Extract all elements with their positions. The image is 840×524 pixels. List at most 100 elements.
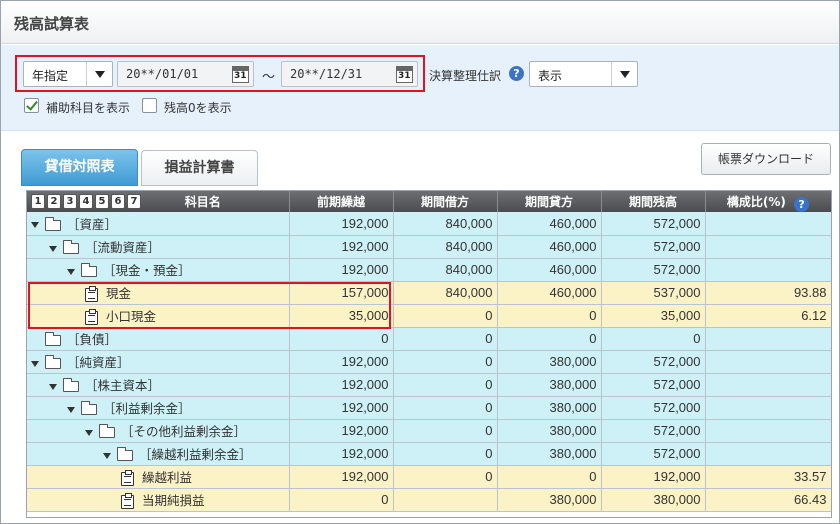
- table-row[interactable]: ［資産］ 192,000 840,000 460,000 572,000: [27, 212, 831, 236]
- table-row[interactable]: ［流動資産］ 192,000 840,000 460,000 572,000: [27, 235, 831, 259]
- level-button-4[interactable]: 4: [79, 194, 93, 209]
- balance-cell: 572,000: [601, 442, 706, 466]
- account-name-cell[interactable]: ［流動資産］: [27, 235, 290, 259]
- calendar-icon[interactable]: 31: [232, 66, 249, 83]
- chevron-down-icon[interactable]: [86, 62, 112, 86]
- expand-caret-icon[interactable]: [103, 452, 111, 459]
- expand-caret-icon[interactable]: [49, 245, 57, 252]
- table-row[interactable]: 繰越利益 192,000 0 0 192,000 33.57: [27, 465, 831, 489]
- carryover-cell: 0: [289, 327, 394, 351]
- account-name: ［利益剰余金］: [103, 401, 191, 416]
- account-name-cell[interactable]: ［純資産］: [27, 350, 290, 374]
- balance-cell: 572,000: [601, 212, 706, 236]
- table-row[interactable]: ［純資産］ 192,000 0 380,000 572,000: [27, 350, 831, 374]
- show-zero-balance-label: 残高0を表示: [164, 101, 232, 115]
- account-name: ［その他利益剰余金］: [121, 424, 247, 439]
- expand-caret-icon[interactable]: [67, 406, 75, 413]
- level-button-6[interactable]: 6: [111, 194, 125, 209]
- carryover-cell: 192,000: [289, 258, 394, 282]
- tab-income-statement[interactable]: 損益計算書: [141, 150, 258, 186]
- table-row[interactable]: 現金 157,000 840,000 460,000 537,000 93.88: [27, 281, 831, 305]
- account-name-cell[interactable]: ［利益剰余金］: [27, 396, 290, 420]
- column-header-balance: 期間残高: [601, 191, 706, 212]
- show-sub-accounts-label: 補助科目を表示: [46, 101, 131, 115]
- account-name-cell[interactable]: 当期純損益: [27, 488, 290, 512]
- carryover-cell: 35,000: [289, 304, 394, 328]
- column-header-carryover: 前期繰越: [289, 191, 394, 212]
- level-button-7[interactable]: 7: [127, 194, 141, 209]
- balance-cell: 537,000: [601, 281, 706, 305]
- debit-cell: 0: [393, 419, 498, 443]
- account-name-cell[interactable]: 現金: [27, 281, 290, 305]
- expand-caret-icon[interactable]: [31, 360, 39, 367]
- page-title: 残高試算表: [14, 15, 90, 33]
- table-row[interactable]: ［繰越利益剰余金］ 192,000 0 380,000 572,000: [27, 442, 831, 466]
- help-icon[interactable]: ?: [794, 197, 810, 212]
- ratio-cell: [705, 212, 831, 236]
- ratio-cell: 33.57: [705, 465, 831, 489]
- ratio-cell: [705, 258, 831, 282]
- account-name: ［資産］: [67, 216, 118, 232]
- account-name-cell[interactable]: 繰越利益: [27, 465, 290, 489]
- help-icon[interactable]: ?: [509, 66, 524, 81]
- level-button-3[interactable]: 3: [63, 194, 77, 209]
- column-header-debit: 期間借方: [393, 191, 498, 212]
- debit-cell: 0: [393, 442, 498, 466]
- table-row[interactable]: 当期純損益 0 380,000 380,000 66.43: [27, 488, 831, 512]
- balance-cell: 572,000: [601, 258, 706, 282]
- expand-caret-icon[interactable]: [31, 222, 39, 229]
- credit-cell: 380,000: [497, 396, 602, 420]
- show-zero-balance-checkbox[interactable]: [142, 98, 157, 113]
- account-name-cell[interactable]: 小口現金: [27, 304, 290, 328]
- table-row[interactable]: ［現金・預金］ 192,000 840,000 460,000 572,000: [27, 258, 831, 282]
- chevron-down-icon[interactable]: [611, 62, 637, 86]
- folder-icon: [63, 240, 79, 254]
- account-name-cell[interactable]: ［株主資本］: [27, 373, 290, 397]
- account-name: 当期純損益: [142, 493, 205, 508]
- closing-entries-value: 表示: [538, 69, 563, 83]
- level-button-1[interactable]: 1: [31, 194, 45, 209]
- account-name: 小口現金: [106, 309, 157, 324]
- account-name: 現金: [106, 286, 132, 301]
- account-name-cell[interactable]: ［資産］: [27, 212, 290, 236]
- debit-cell: 0: [393, 350, 498, 374]
- account-name-cell[interactable]: ［負債］: [27, 327, 290, 351]
- table-row[interactable]: ［負債］ 0 0 0 0: [27, 327, 831, 351]
- credit-cell: 380,000: [497, 488, 602, 512]
- account-name: ［株主資本］: [85, 378, 161, 393]
- balance-cell: 380,000: [601, 488, 706, 512]
- account-name-cell[interactable]: ［その他利益剰余金］: [27, 419, 290, 443]
- folder-icon: [81, 263, 97, 277]
- table-row[interactable]: ［利益剰余金］ 192,000 0 380,000 572,000: [27, 396, 831, 420]
- credit-cell: 380,000: [497, 373, 602, 397]
- date-from-field[interactable]: 20**/01/01 31: [117, 61, 254, 87]
- ratio-cell: [705, 419, 831, 443]
- folder-icon: [81, 401, 97, 415]
- download-report-button[interactable]: 帳票ダウンロード: [701, 143, 831, 175]
- ratio-cell: [705, 442, 831, 466]
- closing-entries-select[interactable]: 表示: [529, 61, 638, 87]
- folder-icon: [99, 424, 115, 438]
- expand-caret-icon[interactable]: [85, 429, 93, 436]
- tab-balance-sheet[interactable]: 貸借対照表: [21, 149, 138, 186]
- credit-cell: 0: [497, 304, 602, 328]
- table-row[interactable]: ［その他利益剰余金］ 192,000 0 380,000 572,000: [27, 419, 831, 443]
- account-name-cell[interactable]: ［現金・預金］: [27, 258, 290, 282]
- period-type-select[interactable]: 年指定: [23, 61, 113, 87]
- level-button-5[interactable]: 5: [95, 194, 109, 209]
- show-sub-accounts-checkbox[interactable]: [24, 98, 39, 113]
- balance-cell: 572,000: [601, 419, 706, 443]
- expand-caret-icon[interactable]: [67, 268, 75, 275]
- date-to-field[interactable]: 20**/12/31 31: [281, 61, 418, 87]
- calendar-icon[interactable]: 31: [396, 66, 413, 83]
- account-name-cell[interactable]: ［繰越利益剰余金］: [27, 442, 290, 466]
- table-row[interactable]: ［株主資本］ 192,000 0 380,000 572,000: [27, 373, 831, 397]
- expand-caret-icon[interactable]: [49, 383, 57, 390]
- level-button-2[interactable]: 2: [47, 194, 61, 209]
- account-name: ［負債］: [67, 332, 118, 347]
- balance-cell: 192,000: [601, 465, 706, 489]
- table-row[interactable]: 小口現金 35,000 0 0 35,000 6.12: [27, 304, 831, 328]
- ratio-cell: 6.12: [705, 304, 831, 328]
- credit-cell: 460,000: [497, 258, 602, 282]
- date-to-value: 20**/12/31: [290, 67, 363, 81]
